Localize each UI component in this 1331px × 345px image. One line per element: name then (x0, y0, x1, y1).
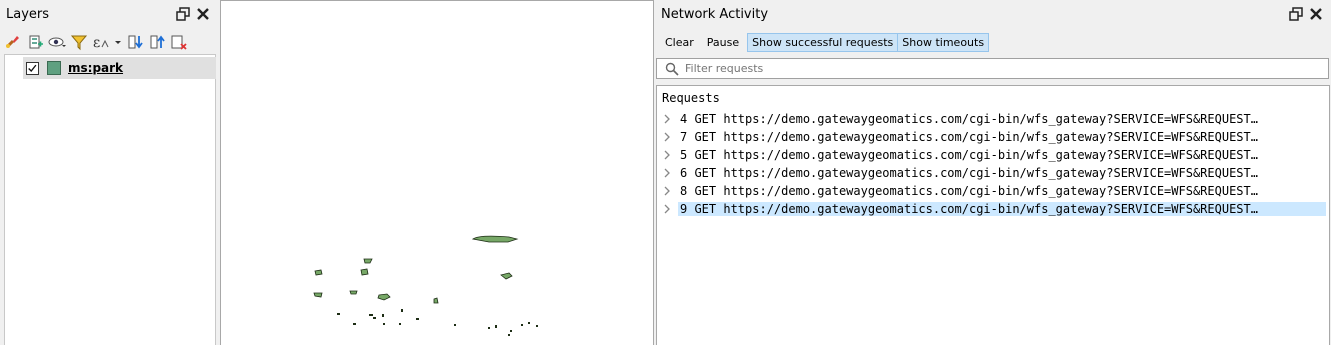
request-row[interactable]: 8 GET https://demo.gatewaygeomatics.com/… (662, 182, 1328, 200)
layers-panel: Layers ε ms:park (0, 0, 218, 345)
request-row[interactable]: 6 GET https://demo.gatewaygeomatics.com/… (662, 164, 1328, 182)
remove-layer-icon[interactable] (170, 33, 188, 51)
park-polygon (314, 269, 323, 276)
park-polygon (313, 292, 323, 298)
network-dock-buttons (1289, 5, 1323, 23)
park-dot (373, 317, 376, 319)
request-row[interactable]: 4 GET https://demo.gatewaygeomatics.com/… (662, 110, 1328, 128)
layer-visibility-checkbox[interactable] (26, 61, 39, 75)
park-dot (337, 313, 340, 315)
park-dot (369, 314, 373, 316)
request-text: 7 GET https://demo.gatewaygeomatics.com/… (680, 130, 1258, 144)
layer-symbol-swatch (47, 61, 61, 75)
park-dot (488, 327, 490, 329)
park-polygon (349, 290, 358, 295)
close-icon[interactable] (196, 7, 210, 21)
chevron-right-icon[interactable] (662, 132, 672, 142)
park-dot (495, 325, 497, 328)
clear-button[interactable]: Clear (660, 33, 699, 52)
park-polygon (500, 272, 513, 280)
close-icon[interactable] (1309, 7, 1323, 21)
pause-button[interactable]: Pause (702, 33, 744, 52)
park-polygon (360, 268, 369, 276)
network-panel-title: Network Activity (661, 7, 769, 22)
chevron-right-icon[interactable] (662, 204, 672, 214)
requests-header: Requests (662, 91, 720, 105)
expand-all-icon[interactable] (126, 33, 144, 51)
map-features (313, 235, 538, 336)
request-text: 4 GET https://demo.gatewaygeomatics.com/… (680, 112, 1258, 126)
show-timeouts-toggle[interactable]: Show timeouts (898, 32, 990, 52)
park-dot (401, 309, 403, 312)
layers-tree: ms:park (4, 54, 216, 345)
request-text: 6 GET https://demo.gatewaygeomatics.com/… (680, 166, 1258, 180)
map-canvas[interactable] (220, 0, 654, 345)
layers-dock-buttons (176, 5, 210, 23)
chevron-right-icon[interactable] (662, 114, 672, 124)
request-row[interactable]: 7 GET https://demo.gatewaygeomatics.com/… (662, 128, 1328, 146)
layer-item-ms-park[interactable]: ms:park (23, 57, 216, 79)
chevron-right-icon[interactable] (662, 186, 672, 196)
requests-tree: Requests 4 GET https://demo.gatewaygeoma… (656, 85, 1330, 345)
filter-icon[interactable] (70, 33, 88, 51)
show-successful-requests-toggle[interactable]: Show successful requests (747, 32, 899, 52)
park-polygon (377, 293, 391, 301)
park-dot (528, 322, 530, 324)
check-icon (28, 64, 37, 72)
park-dot (399, 323, 401, 325)
filter-requests-input[interactable] (685, 62, 1305, 75)
network-toolbar: Clear Pause Show successful requests Sho… (660, 32, 990, 52)
park-polygon (363, 258, 373, 264)
park-dot (508, 334, 510, 336)
park-polygon (471, 235, 519, 243)
request-text: 5 GET https://demo.gatewaygeomatics.com/… (680, 148, 1258, 162)
expression-filter-icon[interactable]: ε (92, 33, 110, 51)
float-icon[interactable] (1289, 7, 1303, 21)
search-icon (665, 62, 679, 76)
filter-requests-box[interactable] (656, 58, 1329, 79)
park-dot (454, 324, 456, 326)
park-dot (353, 323, 356, 325)
add-group-icon[interactable] (26, 33, 44, 51)
svg-text:ε: ε (93, 35, 100, 51)
style-brush-icon[interactable] (4, 33, 22, 51)
request-text: 9 GET https://demo.gatewaygeomatics.com/… (678, 202, 1326, 216)
chevron-down-icon[interactable] (114, 33, 122, 51)
layers-panel-title: Layers (6, 7, 50, 22)
chevron-right-icon[interactable] (662, 168, 672, 178)
collapse-all-icon[interactable] (148, 33, 166, 51)
layers-toolbar: ε (4, 32, 188, 52)
request-row-selected[interactable]: 9 GET https://demo.gatewaygeomatics.com/… (662, 200, 1328, 218)
chevron-right-icon[interactable] (662, 150, 672, 160)
park-polygon (433, 297, 439, 304)
park-dot (416, 318, 419, 320)
request-row[interactable]: 5 GET https://demo.gatewaygeomatics.com/… (662, 146, 1328, 164)
park-dot (383, 323, 385, 325)
request-text: 8 GET https://demo.gatewaygeomatics.com/… (680, 184, 1258, 198)
park-dot (536, 325, 538, 327)
park-dot (510, 330, 512, 332)
park-dot (382, 314, 384, 317)
park-dot (521, 324, 523, 326)
layer-name[interactable]: ms:park (68, 61, 123, 75)
visibility-eye-icon[interactable] (48, 33, 66, 51)
float-icon[interactable] (176, 7, 190, 21)
network-activity-panel: Network Activity Clear Pause Show succes… (656, 0, 1331, 345)
